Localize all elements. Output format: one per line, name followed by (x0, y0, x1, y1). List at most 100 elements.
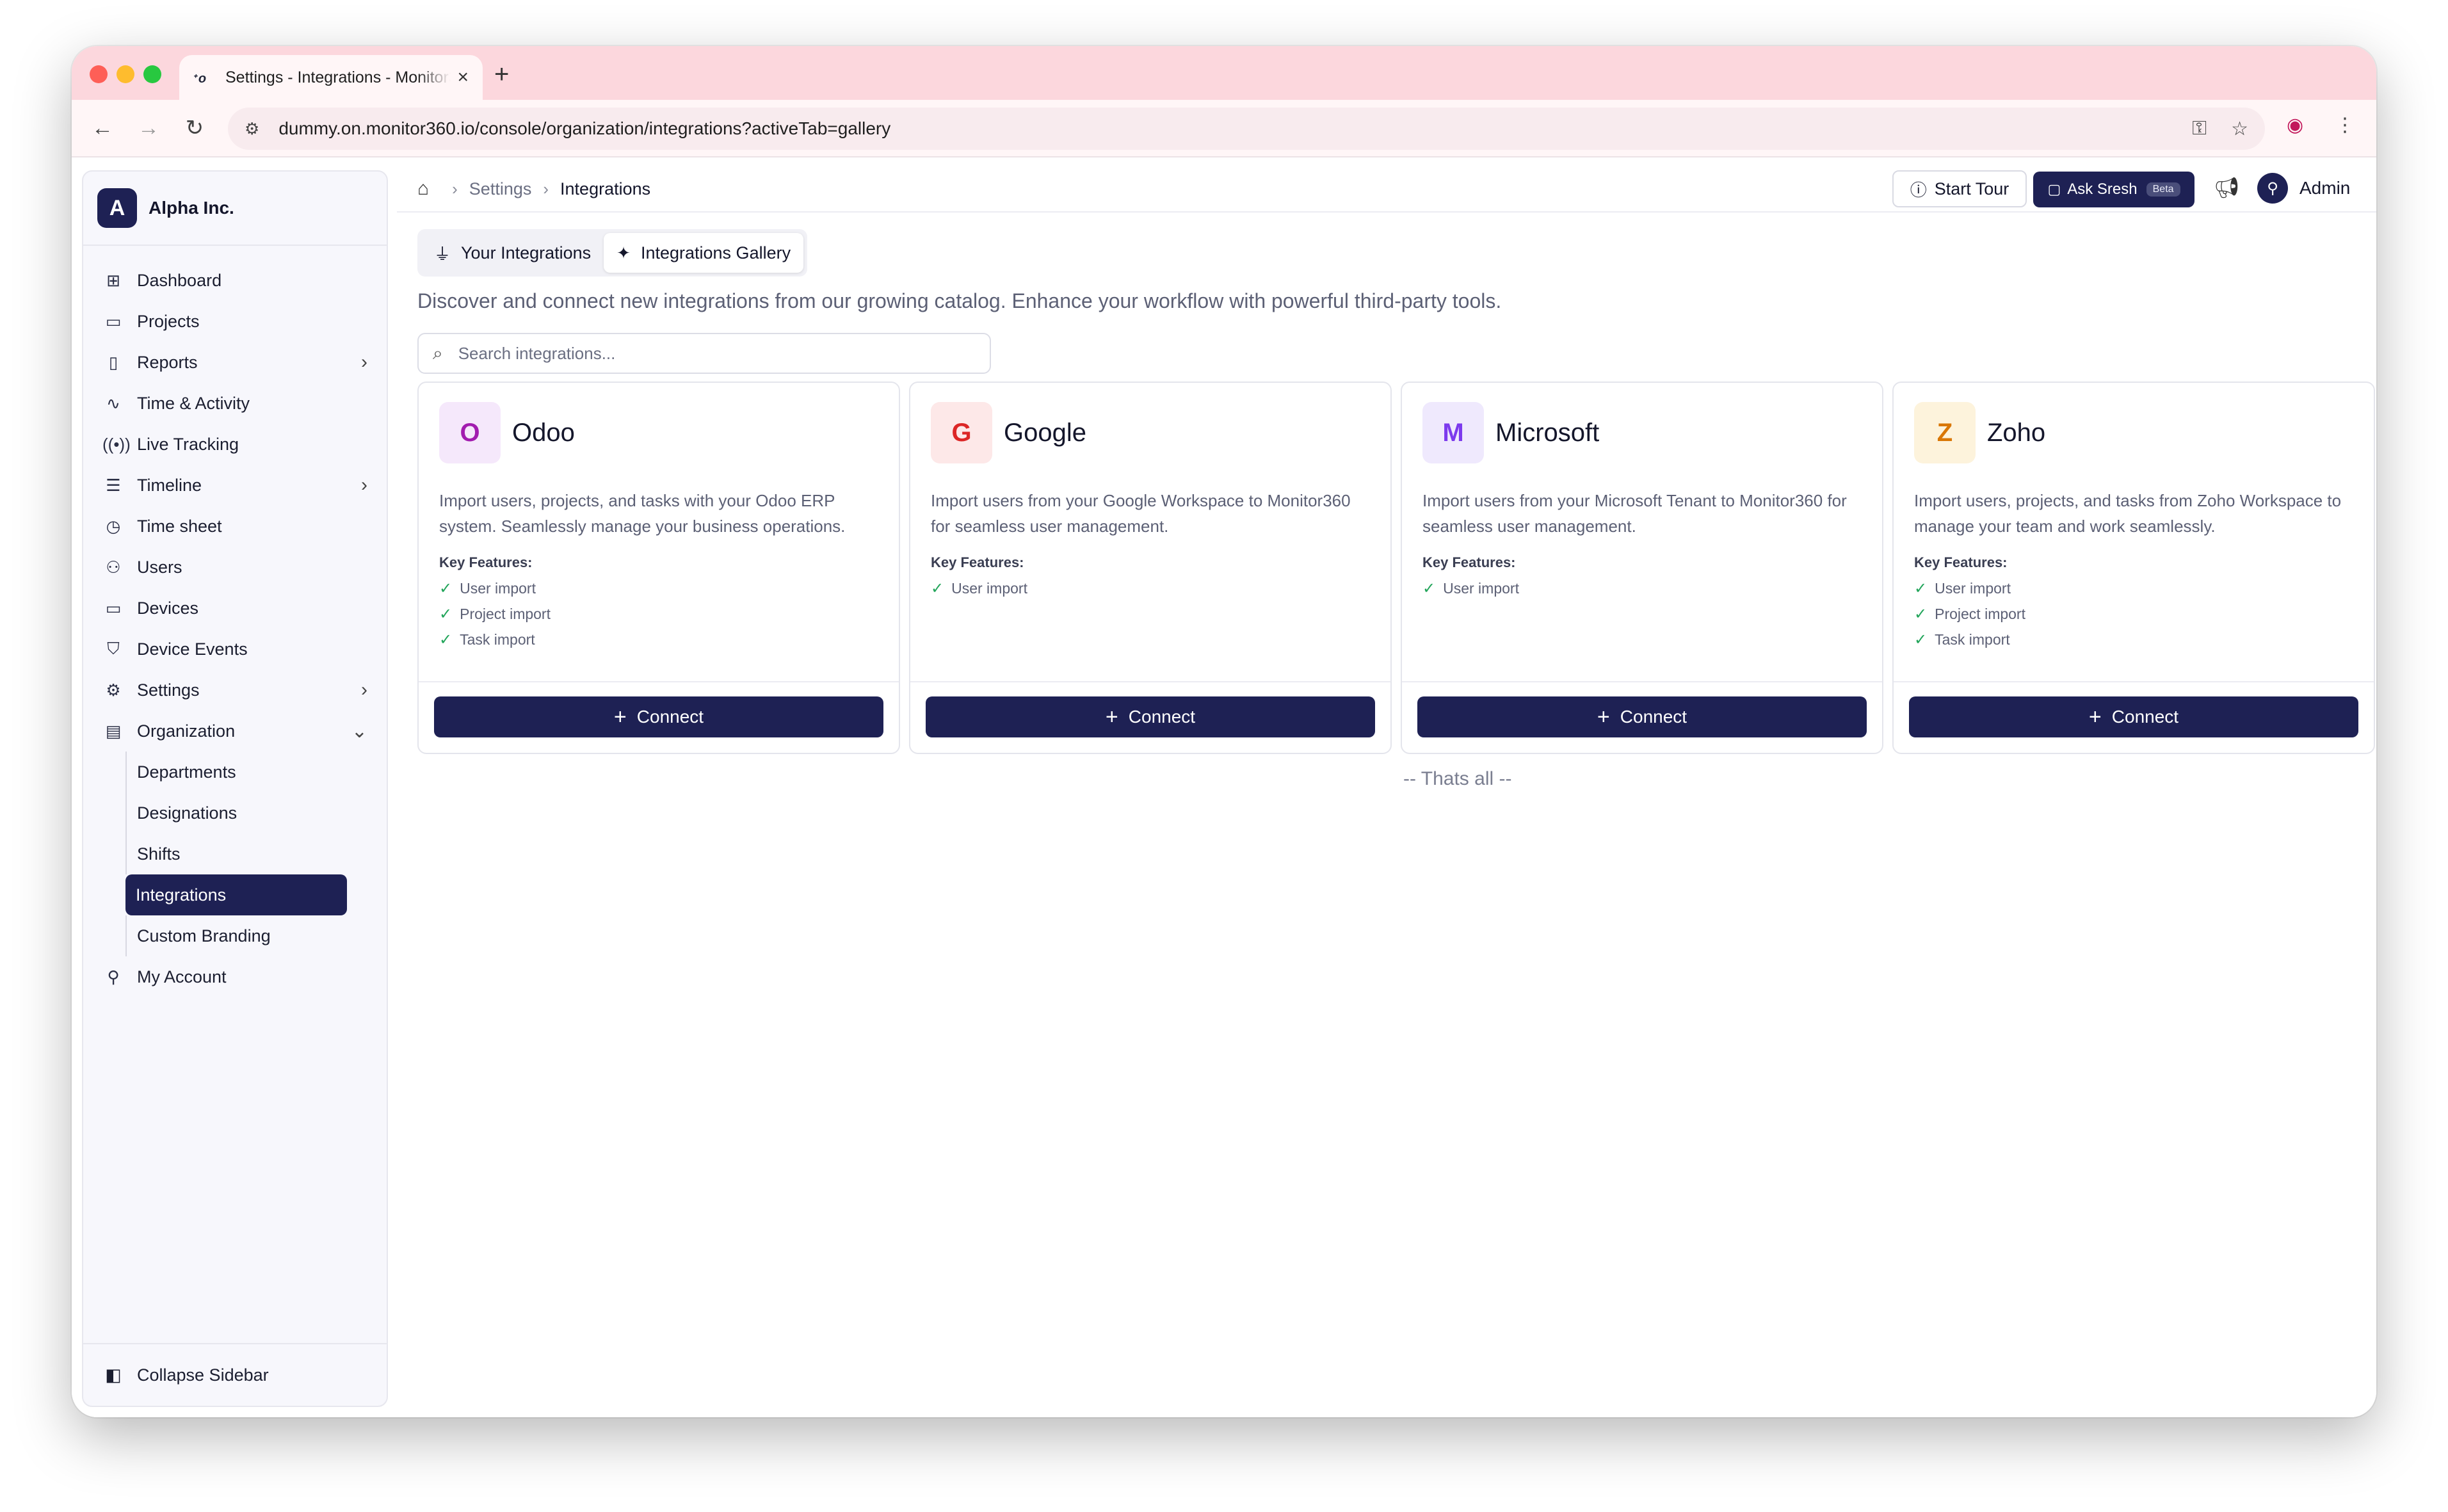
sidebar-item-time-sheet[interactable]: ◷ Time sheet (83, 506, 387, 547)
microsoft-logo-icon: M (1422, 402, 1484, 463)
sidebar-item-settings[interactable]: ⚙ Settings › (83, 670, 387, 711)
timeline-icon: ☰ (106, 475, 121, 495)
user-menu[interactable]: ⚲ Admin (2257, 173, 2350, 204)
sidebar-subitem-custom-branding[interactable]: Custom Branding (125, 915, 387, 956)
top-bar: ⌂ › Settings › Integrations ⓘ Start Tour… (397, 170, 2376, 213)
gallery-description: Discover and connect new integrations fr… (417, 289, 1502, 312)
reload-icon[interactable]: ↻ (181, 114, 209, 142)
feature-item: ✓ Project import (439, 605, 551, 623)
breadcrumb-separator-icon: › (543, 179, 549, 198)
odoo-logo-icon: O (439, 402, 501, 463)
sidebar-subitem-shifts[interactable]: Shifts (125, 833, 387, 874)
sidebar-item-label: Live Tracking (137, 434, 239, 454)
sidebar-subitem-departments[interactable]: Departments (125, 752, 387, 792)
home-icon[interactable]: ⌂ (417, 178, 429, 200)
browser-tab[interactable]: ᐩo Settings - Integrations - Monitor360 … (179, 55, 483, 100)
collapse-sidebar-label: Collapse Sidebar (137, 1365, 269, 1385)
sidebar-item-live-tracking[interactable]: ((•)) Live Tracking (83, 424, 387, 465)
card-title: Microsoft (1495, 418, 1600, 447)
minimize-window-button[interactable] (117, 65, 134, 83)
sidebar-item-users[interactable]: ⚇ Users (83, 547, 387, 588)
sidebar-item-organization[interactable]: ▤ Organization ⌄ (83, 711, 387, 752)
sidebar-item-time-activity[interactable]: ∿ Time & Activity (83, 383, 387, 424)
sidebar-subitem-designations[interactable]: Designations (125, 792, 387, 833)
ask-sresh-button[interactable]: ▢ Ask Sresh Beta (2033, 172, 2194, 207)
megaphone-icon[interactable]: 📢︎ (2214, 175, 2240, 200)
tab-integrations-gallery[interactable]: ✦ Integrations Gallery (604, 233, 804, 273)
app-area: A Alpha Inc. ⊞ Dashboard ▭ Projects ▯ Repor… (72, 159, 2376, 1417)
broadcast-icon: ((•)) (102, 434, 131, 454)
favicon-icon: ᐩo (193, 72, 207, 86)
new-tab-button[interactable]: + (494, 60, 509, 89)
card-description: Import users from your Google Workspace … (931, 491, 1351, 536)
zoho-logo-icon: Z (1914, 402, 1976, 463)
connect-microsoft-button[interactable]: + Connect (1417, 696, 1867, 737)
sidebar-collapse-icon: ◧ (105, 1365, 122, 1385)
plus-icon: + (1597, 704, 1610, 729)
profile-icon[interactable]: ◉ (2287, 114, 2303, 136)
sidebar-item-timeline[interactable]: ☰ Timeline › (83, 465, 387, 506)
sidebar-item-label: Organization (137, 721, 236, 741)
bookmark-star-icon[interactable]: ☆ (2231, 118, 2248, 140)
sidebar-item-device-events[interactable]: ⛉ Device Events (83, 629, 387, 670)
sidebar-item-label: Projects (137, 311, 200, 331)
search-input[interactable] (458, 343, 976, 364)
sidebar-item-reports[interactable]: ▯ Reports › (83, 342, 387, 383)
integration-card-microsoft: M Microsoft Import users from your Micro… (1401, 382, 1883, 754)
plus-icon: + (1105, 704, 1118, 729)
check-icon: ✓ (439, 579, 453, 597)
site-settings-icon[interactable]: ⚙ (245, 119, 259, 139)
password-key-icon[interactable]: ⚿ (2192, 118, 2207, 140)
collapse-sidebar-button[interactable]: ◧ Collapse Sidebar (83, 1343, 387, 1406)
url-text: dummy.on.monitor360.io/console/organizat… (278, 118, 891, 138)
maximize-window-button[interactable] (143, 65, 161, 83)
user-icon: ⚲ (107, 967, 120, 986)
user-name: Admin (2299, 178, 2351, 198)
sidebar-item-projects[interactable]: ▭ Projects (83, 301, 387, 342)
forward-icon[interactable]: → (134, 114, 163, 142)
plus-icon: + (613, 704, 627, 729)
help-circle-icon: ⓘ (1910, 180, 1927, 200)
check-icon: ✓ (1914, 605, 1928, 623)
stopwatch-icon: ◷ (106, 516, 121, 536)
connect-google-button[interactable]: + Connect (926, 696, 1375, 737)
feature-item: ✓ User import (439, 579, 536, 597)
sidebar-item-label: Users (137, 557, 182, 577)
key-features-label: Key Features: (1914, 554, 2008, 570)
start-tour-button[interactable]: ⓘ Start Tour (1892, 170, 2027, 207)
menu-kebab-icon[interactable]: ⋮ (2335, 114, 2355, 136)
integration-card-google: G Google Import users from your Google W… (909, 382, 1392, 754)
org-name: Alpha Inc. (149, 198, 234, 218)
end-of-list-note: -- Thats all -- (1403, 768, 1512, 789)
breadcrumb-settings[interactable]: Settings (469, 179, 532, 199)
google-logo-icon: G (931, 402, 992, 463)
tab-your-integrations[interactable]: ⏚ Your Integrations (421, 233, 604, 273)
check-icon: ✓ (1914, 579, 1928, 597)
sidebar: A Alpha Inc. ⊞ Dashboard ▭ Projects ▯ Repor… (82, 170, 388, 1407)
sidebar-subitem-integrations[interactable]: Integrations (125, 874, 347, 915)
sidebar-item-label: Device Events (137, 639, 248, 659)
card-title: Zoho (1987, 418, 2046, 447)
address-bar[interactable]: ⚙ dummy.on.monitor360.io/console/organiz… (228, 108, 2265, 150)
close-tab-icon[interactable]: × (457, 67, 469, 88)
close-window-button[interactable] (90, 65, 108, 83)
org-switcher[interactable]: A Alpha Inc. (83, 172, 387, 246)
sidebar-item-dashboard[interactable]: ⊞ Dashboard (83, 260, 387, 301)
sidebar-item-label: Dashboard (137, 270, 222, 290)
integration-card-zoho: Z Zoho Import users, projects, and tasks… (1892, 382, 2375, 754)
connect-odoo-button[interactable]: + Connect (434, 696, 883, 737)
sidebar-item-label: Reports (137, 352, 198, 372)
integration-cards: O Odoo Import users, projects, and tasks… (417, 382, 2375, 754)
chevron-down-icon: ⌄ (351, 720, 367, 742)
connect-zoho-button[interactable]: + Connect (1909, 696, 2358, 737)
sidebar-item-devices[interactable]: ▭ Devices (83, 588, 387, 629)
card-description: Import users, projects, and tasks from Z… (1914, 491, 2342, 536)
feature-item: ✓ User import (1422, 579, 1519, 597)
ask-sresh-label: Ask Sresh (2067, 181, 2138, 198)
monitor-icon: ▭ (105, 598, 122, 618)
sidebar-item-label: My Account (137, 967, 227, 986)
folder-icon: ▭ (105, 311, 122, 331)
breadcrumb: ⌂ › Settings › Integrations (417, 178, 650, 200)
sidebar-item-my-account[interactable]: ⚲ My Account (83, 956, 387, 997)
back-icon[interactable]: ← (88, 114, 117, 142)
